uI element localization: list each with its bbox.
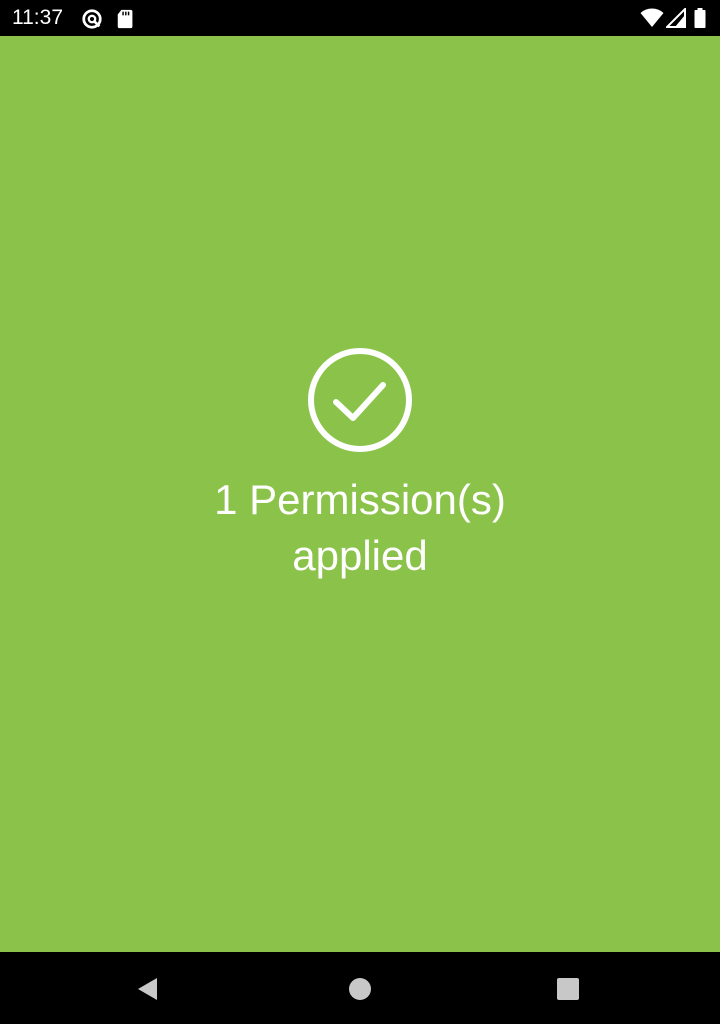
status-time: 11:37 <box>12 6 63 29</box>
recents-icon[interactable] <box>555 976 581 1002</box>
phone-screen: 11:37 1 Permission(s) applied <box>0 0 720 1024</box>
vpn-key-icon <box>82 9 102 29</box>
check-circle-icon <box>308 348 412 452</box>
battery-icon <box>694 8 706 28</box>
message-line-1: 1 Permission(s) <box>214 476 506 523</box>
success-screen: 1 Permission(s) applied <box>0 36 720 952</box>
back-icon[interactable] <box>135 976 161 1002</box>
navigation-bar <box>0 952 720 1024</box>
cell-signal-icon <box>666 8 686 28</box>
status-bar: 11:37 <box>0 0 720 36</box>
home-icon[interactable] <box>347 976 373 1002</box>
wifi-icon <box>640 8 664 27</box>
permissions-applied-message: 1 Permission(s) applied <box>0 472 720 584</box>
sd-card-icon <box>117 9 133 29</box>
message-line-2: applied <box>292 532 428 579</box>
